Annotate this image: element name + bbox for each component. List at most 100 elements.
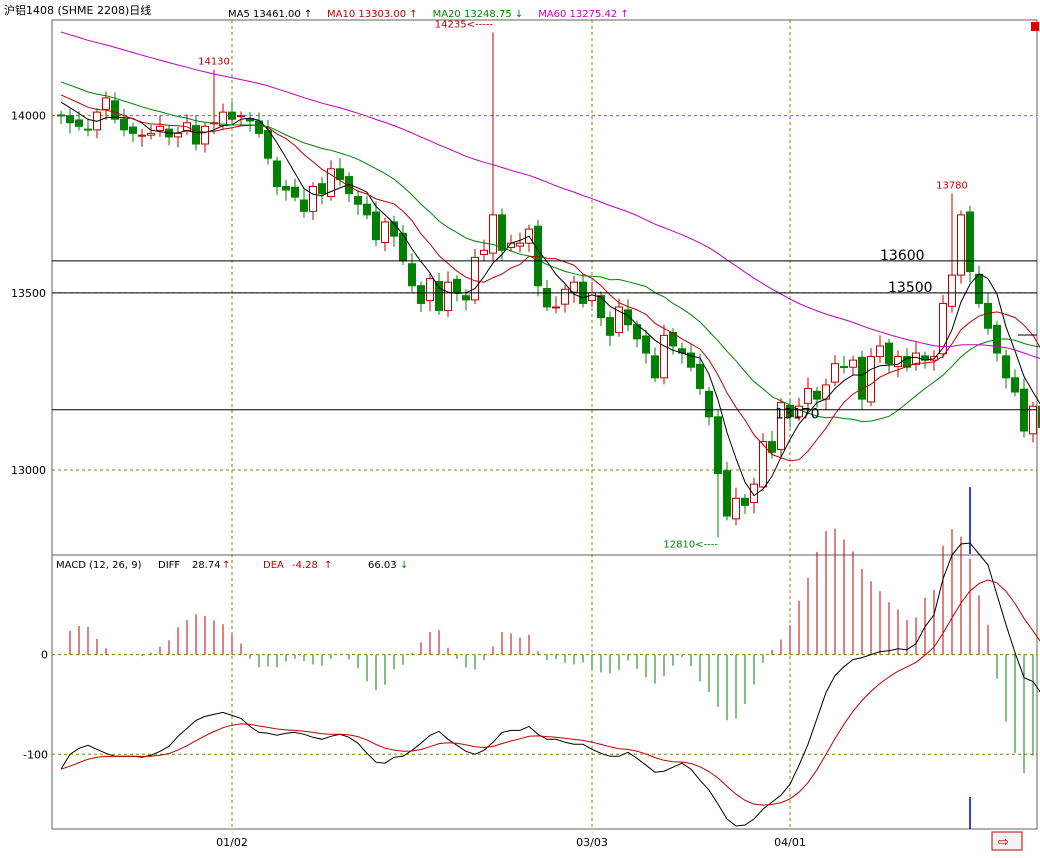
ma-legend-item-ma10: MA10 13303.00 ↑ [327,9,418,20]
candle-body [841,367,848,368]
candle-body [58,115,65,116]
candle-body [490,215,497,253]
candle-body [661,335,668,378]
candle-body [589,293,596,301]
candle-body [985,303,992,328]
candle-body [913,353,920,364]
candle-body [499,215,506,250]
candle-body [562,289,569,304]
candle-body [553,307,560,308]
candle-body [292,187,299,197]
candle-body [121,119,128,130]
candle-body [481,250,488,254]
candle-body [463,296,470,300]
candle-body [715,417,722,474]
candle-body [283,187,290,191]
candle-body [652,356,659,378]
price-tick-label: 13000 [11,464,46,477]
candle-body [409,264,416,286]
price-annotation: 13780 [936,181,968,192]
reference-line-label: 13600 [880,248,925,264]
candle-body [958,215,965,275]
candle-body [112,101,119,119]
price-tick-label: 13500 [11,287,46,300]
candle-body [76,120,83,126]
dea-arrow: ↑ [324,560,332,571]
candle-body [724,471,731,516]
scroll-right-button[interactable]: ⇨ [992,832,1022,850]
candle-body [301,200,308,211]
candle-body [85,129,92,130]
candle-body [454,279,461,292]
macd-arrow: ↓ [400,560,408,571]
macd-tick-label: -100 [23,748,48,761]
date-label: 04/01 [774,836,806,849]
ma-legend-item-ma5: MA5 13461.00 ↑ [228,9,312,20]
macd-diff-line [61,543,1040,826]
price-annotation: 14130 [198,57,230,68]
candle-body [445,282,452,310]
corner-marker [1031,22,1039,31]
candle-body [436,281,443,310]
diff-arrow: ↑ [222,560,230,571]
candle-body [1003,356,1010,378]
macd-dea-line [61,580,1040,805]
scroll-right-icon: ⇨ [998,835,1009,850]
reference-line-label: 13500 [888,280,933,296]
candle-body [733,498,740,519]
candle-body [373,212,380,240]
candle-body [1030,406,1037,434]
candle-body [193,126,200,144]
candle-body [868,357,875,402]
candle-body [706,391,713,417]
candle-body [607,318,614,336]
candle-body [517,243,524,246]
ma-legend-item-ma60: MA60 13275.42 ↑ [538,9,629,20]
candle-body [877,346,884,357]
candle-body [976,274,983,303]
price-annotation: 12810<---- [663,539,718,550]
date-label: 01/02 [216,836,248,849]
dea-label: DEA [263,560,284,571]
candle-body [1012,378,1019,392]
candle-body [310,187,317,212]
candlestick-chart[interactable]: 沪铝1408 (SHME 2208)日线 MA5 13461.00 ↑ MA10 … [0,0,1040,854]
reference-line-label: 13170 [775,407,820,423]
macd-tick-label: 0 [41,649,48,662]
candle-body [643,336,650,353]
macd-title: MACD (12, 26, 9) [56,560,142,571]
candle-body [355,196,362,204]
ma60-line [61,32,1040,380]
candle-body [103,98,110,109]
candle-body [130,127,137,133]
candle-body [544,289,551,307]
candle-body [175,133,182,137]
candle-body [400,233,407,261]
diff-label: DIFF [158,560,180,571]
candle-body [949,275,956,306]
candle-body [886,343,893,364]
diff-value: 28.74 [192,560,221,571]
candle-body [274,161,281,187]
candle-body [769,442,776,453]
date-label: 03/03 [576,836,608,849]
candle-body [319,184,326,194]
candle-body [427,279,434,301]
candle-body [850,360,857,367]
candle-body [418,286,425,304]
chart-title: 沪铝1408 (SHME 2208)日线 [4,3,151,17]
candle-body [742,498,749,505]
candle-body [535,226,542,286]
candle-body [697,364,704,388]
macd-panel-frame [52,555,1037,829]
candle-body [832,364,839,382]
candle-body [67,116,74,123]
candle-body [265,131,272,159]
ma-legend-item-ma20: MA20 13248.75 ↓ [433,9,524,20]
candle-body [364,204,371,215]
candle-body [157,126,164,130]
candle-body [202,126,209,144]
candle-body [625,310,632,325]
candle-body [967,212,974,272]
candle-body [337,169,344,180]
